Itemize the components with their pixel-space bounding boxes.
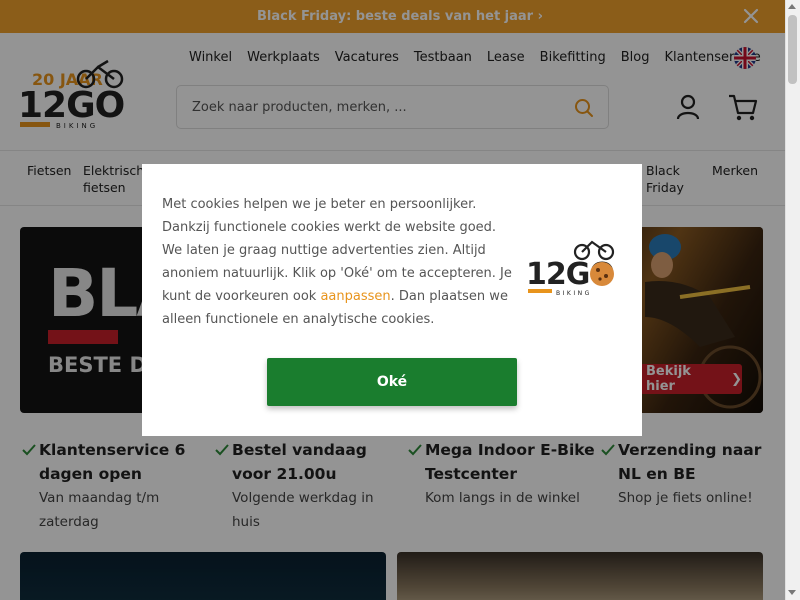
scroll-up-arrow-icon[interactable] [788,4,796,9]
cookie-message-text: Met cookies helpen we je beter en persoo… [162,197,512,304]
scrollbar[interactable] [785,0,800,600]
scrollbar-thumb[interactable] [788,15,797,84]
cookie-message: Met cookies helpen we je beter en persoo… [162,193,514,331]
scroll-down-arrow-icon[interactable] [788,590,796,595]
cookie-logo-subtitle: BIKING [556,290,592,297]
brand-logo-cookie: 12GO BIKING [526,240,615,297]
cookie-consent-dialog: Met cookies helpen we je beter en persoo… [142,164,642,436]
cookie-preferences-link[interactable]: aanpassen [320,289,390,304]
accept-cookies-button[interactable]: Oké [267,358,517,406]
